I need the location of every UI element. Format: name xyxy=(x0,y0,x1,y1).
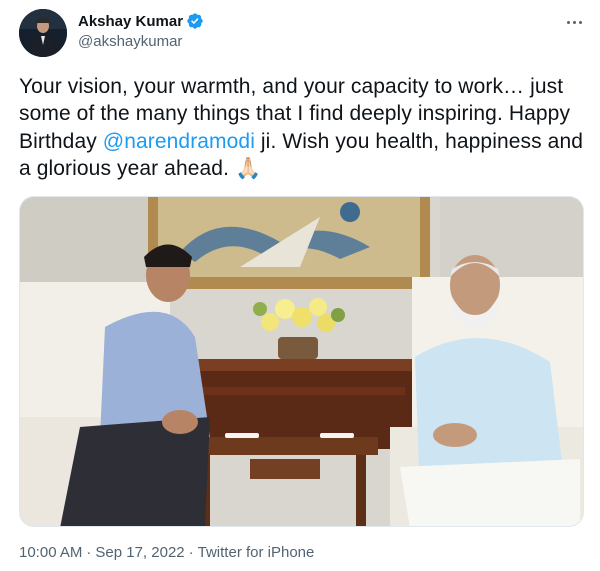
photo-illustration xyxy=(20,197,583,526)
tweet-date[interactable]: Sep 17, 2022 xyxy=(95,544,184,561)
avatar-image xyxy=(19,9,67,57)
folded-hands-emoji: 🙏🏻 xyxy=(234,156,262,180)
tweet-card: Akshay Kumar @akshaykumar Your vision, y… xyxy=(0,0,600,571)
dot-icon xyxy=(572,20,576,24)
meta-separator: · xyxy=(86,544,92,561)
tweet-meta: 10:00 AM · Sep 17, 2022 · Twitter for iP… xyxy=(19,544,314,561)
dot-icon xyxy=(566,20,570,24)
author-name-row[interactable]: Akshay Kumar xyxy=(78,12,204,30)
author-display-name[interactable]: Akshay Kumar xyxy=(78,13,183,30)
tweet-time[interactable]: 10:00 AM xyxy=(19,544,82,561)
mention-link[interactable]: @narendramodi xyxy=(103,130,255,153)
author-avatar[interactable] xyxy=(19,9,67,57)
dot-icon xyxy=(578,20,582,24)
tweet-source[interactable]: Twitter for iPhone xyxy=(198,544,315,561)
tweet-text: Your vision, your warmth, and your capac… xyxy=(19,73,584,182)
more-options-icon[interactable] xyxy=(561,12,587,32)
tweet-photo[interactable] xyxy=(19,196,584,527)
author-handle[interactable]: @akshaykumar xyxy=(78,33,182,50)
verified-badge-icon xyxy=(187,13,203,29)
meta-separator: · xyxy=(188,544,194,561)
